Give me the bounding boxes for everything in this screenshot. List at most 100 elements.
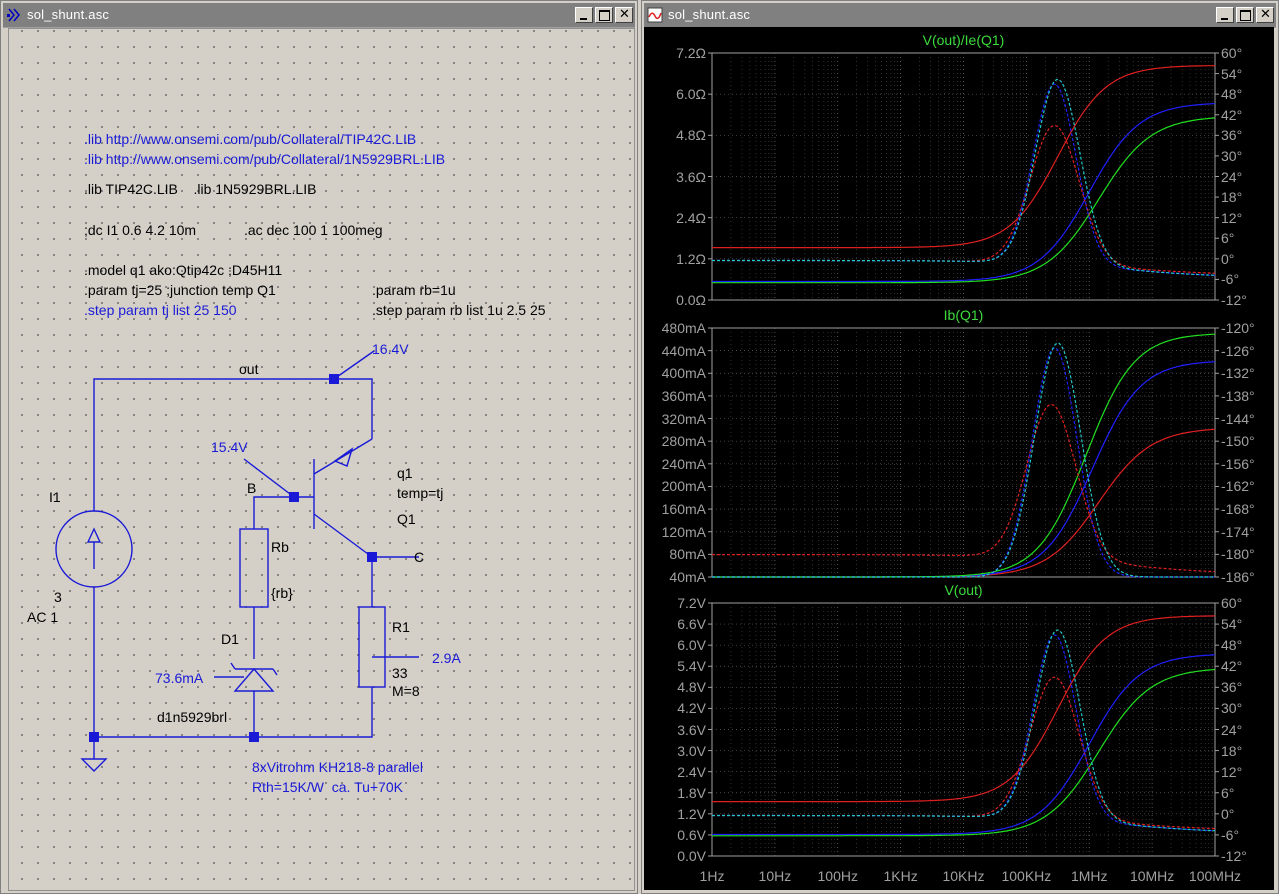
r1-value-label[interactable]: 33 [392, 665, 408, 681]
i1-value-label[interactable]: 3 [54, 589, 62, 605]
right-axis-tick: 0° [1221, 805, 1235, 822]
left-axis-tick: 0.0Ω [676, 292, 706, 308]
left-axis-tick: 160mA [661, 501, 706, 518]
right-axis-tick: 24° [1221, 721, 1243, 738]
left-axis-tick: 2.4V [677, 763, 706, 780]
right-axis-tick: 42° [1221, 106, 1243, 123]
q1-name-label[interactable]: Q1 [397, 511, 416, 527]
x-axis-tick: 100MHz [1188, 868, 1242, 884]
d1-name-label[interactable]: D1 [221, 631, 239, 647]
trace-phase-red [712, 124, 1216, 274]
left-axis-tick: 80mA [669, 546, 706, 563]
close-button[interactable]: ✕ [1256, 7, 1274, 23]
right-axis-tick: 36° [1221, 127, 1243, 144]
right-axis-tick: -168° [1221, 501, 1255, 518]
i1-ac-label[interactable]: AC 1 [27, 609, 58, 625]
maximize-button[interactable] [1236, 7, 1254, 23]
step-rb-directive[interactable]: .step param rb list 1u 2.5 25 [372, 302, 546, 318]
right-axis-tick: 6° [1221, 230, 1235, 247]
left-axis-tick: 40mA [669, 569, 706, 585]
right-axis-tick: -150° [1221, 433, 1255, 450]
trace-title[interactable]: Ib(Q1) [904, 307, 1024, 323]
left-axis-tick: 4.8Ω [676, 127, 706, 144]
maximize-button[interactable] [595, 7, 613, 23]
right-axis-tick: 36° [1221, 679, 1243, 696]
net-label-out[interactable]: out [239, 361, 258, 377]
left-axis-tick: 480mA [661, 320, 706, 336]
rb-name-label[interactable]: Rb [271, 539, 289, 555]
comment-resistor-type[interactable]: 8xVitrohm KH218-8 parallel [252, 759, 423, 775]
ac-directive[interactable]: .ac dec 100 1 100meg [244, 222, 383, 238]
trace-magnitude-blue [712, 103, 1216, 283]
right-axis-tick: 48° [1221, 86, 1243, 103]
left-axis-tick: 3.0V [677, 742, 706, 759]
right-axis-tick: 18° [1221, 189, 1243, 206]
right-axis-tick: -138° [1221, 387, 1255, 404]
plot-frame [711, 602, 1216, 857]
junction-gnd-left [89, 732, 99, 742]
left-axis-tick: 0.0V [677, 848, 706, 864]
voltage-label-out: 16.4V [372, 341, 409, 357]
d1-model-label[interactable]: d1n5929brl [157, 709, 227, 725]
rb-value-label[interactable]: {rb} [271, 585, 293, 601]
right-axis-tick: -180° [1221, 546, 1255, 563]
schematic-app-icon[interactable] [6, 7, 22, 23]
q1-temp-label[interactable]: temp=tj [397, 485, 443, 501]
left-axis-tick: 4.2V [677, 700, 706, 717]
right-axis-tick: 30° [1221, 147, 1243, 164]
maximize-icon [1240, 10, 1251, 21]
param-rb-directive[interactable]: .param rb=1u [372, 282, 456, 298]
right-axis-tick: 54° [1221, 616, 1243, 633]
left-axis-tick: 1.2V [677, 805, 706, 822]
minimize-button[interactable] [1216, 7, 1234, 23]
i1-name-label[interactable]: I1 [49, 489, 61, 505]
d1-current-label: 73.6mA [155, 670, 204, 686]
right-axis-tick: 42° [1221, 658, 1243, 675]
model-directive[interactable]: .model q1 ako:Qtip42c ;D45H11 [84, 262, 282, 278]
lib-directive-url2[interactable]: .lib http://www.onsemi.com/pub/Collatera… [84, 151, 445, 167]
right-axis-tick: 0° [1221, 250, 1235, 267]
lib-directive-url1[interactable]: .lib http://www.onsemi.com/pub/Collatera… [84, 131, 416, 147]
minimize-button[interactable] [575, 7, 593, 23]
lib-directive-local[interactable]: .lib TIP42C.LIB .lib 1N5929BRL.LIB [84, 181, 316, 197]
q1-model-label[interactable]: q1 [397, 465, 413, 481]
left-axis-tick: 7.2V [677, 595, 706, 611]
right-axis-tick: -12° [1221, 848, 1247, 864]
trace-title[interactable]: V(out) [904, 582, 1024, 598]
param-tj-directive[interactable]: .param tj=25 ;junction temp Q1 [84, 282, 276, 298]
junction-base [289, 492, 299, 502]
right-axis-tick: 60° [1221, 595, 1243, 611]
close-icon: ✕ [619, 7, 630, 22]
left-axis-tick: 3.6Ω [676, 168, 706, 185]
trace-phase-blue [712, 83, 1216, 276]
left-axis-tick: 6.0Ω [676, 86, 706, 103]
left-axis-tick: 4.8V [677, 679, 706, 696]
maximize-icon [599, 10, 610, 21]
left-axis-tick: 7.2Ω [676, 45, 706, 61]
waveform-app-icon[interactable] [647, 7, 663, 23]
right-axis-tick: -6° [1221, 826, 1240, 843]
left-axis-tick: 1.2Ω [676, 250, 706, 267]
right-axis-tick: -132° [1221, 365, 1255, 382]
node-label-b[interactable]: B [247, 480, 256, 496]
left-axis-tick: 0.6V [677, 826, 706, 843]
left-axis-tick: 5.4V [677, 658, 706, 675]
schematic-titlebar[interactable]: sol_shunt.asc ✕ [3, 3, 635, 28]
waveform-titlebar[interactable]: sol_shunt.asc ✕ [644, 3, 1276, 28]
right-axis-tick: 18° [1221, 742, 1243, 759]
step-tj-directive[interactable]: .step param tj list 25 150 [84, 302, 237, 318]
left-axis-tick: 6.6V [677, 616, 706, 633]
voltage-label-base: 15.4V [211, 439, 248, 455]
minimize-icon [1221, 18, 1228, 20]
comment-thermal[interactable]: Rth=15K/W ca. Tu+70K [252, 779, 403, 795]
node-label-c[interactable]: C [414, 549, 424, 565]
waveform-viewer[interactable]: 7.2Ω 6.0Ω 4.8Ω 3.6Ω 2.4Ω 1.2Ω 0.0Ω 60° 54° 48° 42°… [644, 27, 1274, 890]
trace-title[interactable]: V(out)/Ie(Q1) [904, 32, 1024, 48]
schematic-canvas[interactable]: .lib http://www.onsemi.com/pub/Collatera… [8, 28, 635, 891]
left-axis-tick: 2.4Ω [676, 209, 706, 226]
dc-directive[interactable]: ;dc I1 0.6 4.2 10m [84, 222, 196, 238]
trace-phase-cyan [712, 629, 1216, 832]
close-button[interactable]: ✕ [615, 7, 633, 23]
r1-name-label[interactable]: R1 [392, 619, 410, 635]
r1-mult-label[interactable]: M=8 [392, 683, 420, 699]
